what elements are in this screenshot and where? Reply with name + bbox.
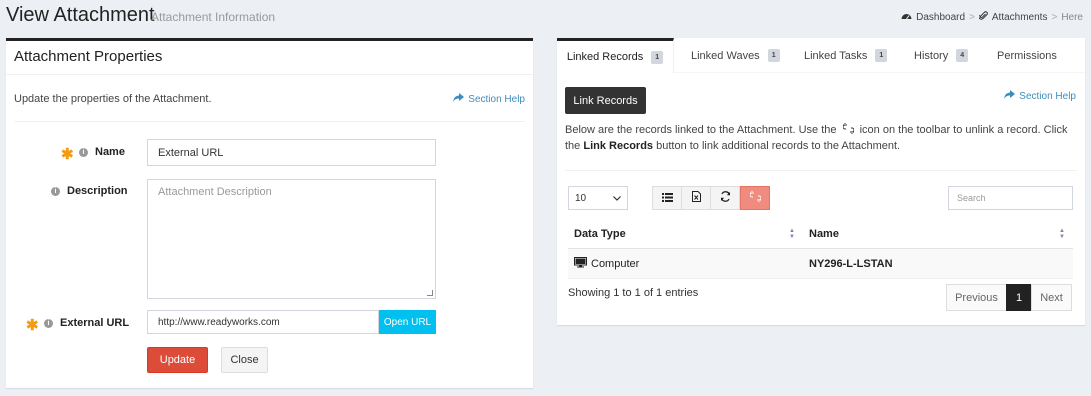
description-label: Description xyxy=(67,185,128,197)
attachment-properties-panel: Attachment Properties Update the propert… xyxy=(6,38,533,388)
table-row[interactable]: Computer NY296-L-LSTAN xyxy=(568,249,1073,279)
tab-label: Linked Records xyxy=(566,51,644,63)
column-header-name[interactable]: Name xyxy=(809,219,839,249)
unlink-icon xyxy=(749,191,761,205)
pagination: Previous 1 Next xyxy=(946,284,1072,311)
sort-icon[interactable]: ▲ ▼ xyxy=(1059,228,1065,240)
breadcrumb-attachments-link[interactable]: Attachments xyxy=(992,12,1048,23)
search-input[interactable]: Search xyxy=(948,186,1073,210)
divider xyxy=(6,74,533,75)
tab-label: Linked Waves xyxy=(691,49,760,62)
divider xyxy=(565,170,1077,171)
tab-count-badge: 4 xyxy=(956,49,969,62)
table-header: Data Type ▲ ▼ Name ▲ ▼ xyxy=(568,219,1073,249)
data-type-value: Computer xyxy=(591,258,640,270)
page-subtitle: Attachment Information xyxy=(151,10,276,24)
external-url-label: External URL xyxy=(60,317,130,329)
tab-label: Permissions xyxy=(997,49,1057,62)
info-icon: i xyxy=(79,148,88,157)
panel-description: Update the properties of the Attachment. xyxy=(14,93,212,105)
resize-handle[interactable] xyxy=(427,290,433,296)
help-text-bold: Link Records xyxy=(583,140,654,152)
tab-linked-records[interactable]: Linked Records 1 xyxy=(557,38,674,73)
tab-label: Linked Tasks xyxy=(804,49,868,62)
export-excel-button[interactable] xyxy=(681,186,711,210)
tab-linked-waves[interactable]: Linked Waves 1 xyxy=(691,38,780,73)
name-cell: NY296-L-LSTAN xyxy=(809,258,893,270)
next-page-button[interactable]: Next xyxy=(1031,284,1072,311)
page-size-value: 10 xyxy=(575,192,587,204)
dashboard-icon xyxy=(901,11,912,24)
data-type-cell: Computer xyxy=(574,249,639,279)
tab-history[interactable]: History 4 xyxy=(914,38,969,73)
list-icon xyxy=(661,191,673,205)
tab-count-badge: 1 xyxy=(767,49,780,62)
link-records-button[interactable]: Link Records xyxy=(565,87,646,114)
name-input[interactable]: External URL xyxy=(147,139,436,166)
external-url-input[interactable]: http://www.readyworks.com xyxy=(147,310,379,334)
paperclip-icon xyxy=(978,11,988,24)
info-icon: i xyxy=(44,319,53,328)
list-view-button[interactable] xyxy=(652,186,682,210)
refresh-button[interactable] xyxy=(710,186,740,210)
section-help-link[interactable]: Section Help xyxy=(1004,90,1076,102)
description-placeholder: Attachment Description xyxy=(158,186,272,198)
unlink-button[interactable] xyxy=(740,186,770,210)
tab-bar: Linked Records 1 Linked Waves 1 Linked T… xyxy=(557,38,1085,73)
excel-icon xyxy=(691,191,701,205)
linked-panel: Linked Records 1 Linked Waves 1 Linked T… xyxy=(557,38,1085,325)
section-help-label: Section Help xyxy=(1019,90,1076,102)
previous-page-button[interactable]: Previous xyxy=(946,284,1007,311)
share-arrow-icon xyxy=(453,93,465,105)
section-help-link[interactable]: Section Help xyxy=(453,93,525,105)
sort-icon[interactable]: ▲ ▼ xyxy=(789,228,795,240)
share-arrow-icon xyxy=(1004,90,1016,102)
info-icon: i xyxy=(51,187,60,196)
page-1-button[interactable]: 1 xyxy=(1006,284,1032,311)
name-label: Name xyxy=(95,146,125,158)
breadcrumb-here: Here xyxy=(1061,12,1083,23)
panel-title: Attachment Properties xyxy=(14,48,163,65)
required-marker: ✱ xyxy=(61,146,74,163)
help-text-part: button to link additional records to the… xyxy=(656,140,901,152)
page-title: View Attachment xyxy=(6,4,155,26)
tab-label: History xyxy=(914,49,949,62)
tab-count-badge: 1 xyxy=(875,49,888,62)
computer-icon xyxy=(574,257,587,271)
linked-help-text: Below are the records linked to the Atta… xyxy=(565,122,1080,154)
entries-info: Showing 1 to 1 of 1 entries xyxy=(568,287,699,299)
required-marker: ✱ xyxy=(26,317,39,334)
description-textarea[interactable]: Attachment Description xyxy=(147,179,436,299)
page-header: View Attachment Attachment Information D… xyxy=(0,0,1091,34)
tab-linked-tasks[interactable]: Linked Tasks 1 xyxy=(804,38,888,73)
unlink-icon xyxy=(840,123,860,136)
breadcrumb-separator: > xyxy=(1051,12,1058,23)
open-url-button[interactable]: Open URL xyxy=(379,310,436,334)
close-button[interactable]: Close xyxy=(221,347,268,373)
tab-count-badge: 1 xyxy=(651,50,664,64)
breadcrumb-dashboard-link[interactable]: Dashboard xyxy=(916,12,965,23)
chevron-down-icon xyxy=(613,193,621,204)
page-size-select[interactable]: 10 xyxy=(568,186,628,210)
section-help-label: Section Help xyxy=(468,93,525,105)
breadcrumb: Dashboard > Attachments > Here xyxy=(901,11,1083,24)
help-text-part: Below are the records linked to the Atta… xyxy=(565,124,837,136)
column-header-data-type[interactable]: Data Type xyxy=(574,219,626,249)
refresh-icon xyxy=(720,191,731,205)
divider xyxy=(14,121,525,122)
update-button[interactable]: Update xyxy=(147,347,208,373)
breadcrumb-separator: > xyxy=(969,12,975,23)
tab-permissions[interactable]: Permissions xyxy=(997,38,1057,73)
